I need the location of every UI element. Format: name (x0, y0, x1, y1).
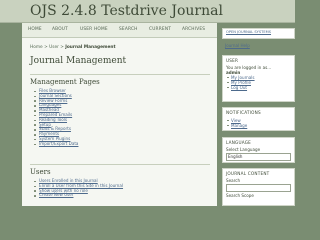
language-title: LANGUAGE (226, 140, 252, 145)
language-select[interactable]: English (226, 153, 291, 161)
management-pages-heading: Management Pages (30, 78, 100, 86)
nav-archives[interactable]: ARCHIVES (182, 27, 205, 32)
notifications-title: NOTIFICATIONS (226, 110, 261, 115)
user-block-title: USER (226, 58, 239, 63)
divider (30, 74, 210, 75)
link-manage-notifications[interactable]: Manage (223, 123, 294, 128)
journal-content-block: JOURNAL CONTENT Search Search Scope (222, 168, 295, 206)
nav-home[interactable]: HOME (28, 27, 42, 32)
search-input[interactable] (226, 184, 291, 192)
journal-content-title: JOURNAL CONTENT (226, 171, 270, 176)
user-block: USER You are logged in as... admin My Jo… (222, 55, 295, 102)
nav-user-home[interactable]: USER HOME (80, 27, 108, 32)
breadcrumb-user[interactable]: User (49, 45, 59, 50)
nav-search[interactable]: SEARCH (119, 27, 138, 32)
main-navbar: HOME ABOUT USER HOME SEARCH CURRENT ARCH… (22, 23, 217, 38)
site-title: OJS 2.4.8 Testdrive Journal (30, 3, 223, 19)
language-select-label: Select Language (226, 147, 261, 152)
notifications-block: NOTIFICATIONS View Manage (222, 107, 295, 131)
nav-current[interactable]: CURRENT (149, 27, 171, 32)
users-heading: Users (30, 168, 51, 176)
breadcrumb-separator: > (44, 45, 48, 50)
breadcrumb-separator: > (60, 45, 64, 50)
main-content: Home > User > Journal Management Journal… (22, 38, 217, 206)
breadcrumb: Home > User > Journal Management (30, 45, 116, 50)
link-create-user[interactable]: Create New User (34, 193, 123, 198)
language-block: LANGUAGE Select Language English (222, 137, 295, 163)
link-import-export-data[interactable]: Import/Export Data (34, 141, 78, 147)
breadcrumb-current[interactable]: Journal Management (65, 45, 115, 50)
search-scope-label: Search Scope (226, 193, 254, 198)
search-label: Search (226, 178, 241, 183)
nav-about[interactable]: ABOUT (52, 27, 68, 32)
sidebar: OPEN JOURNAL SYSTEMS Journal Help USER Y… (222, 0, 295, 206)
breadcrumb-home[interactable]: Home (30, 45, 43, 50)
ojs-logo-label: OPEN JOURNAL SYSTEMS (226, 30, 272, 34)
journal-help-link[interactable]: Journal Help (222, 43, 253, 48)
divider (30, 164, 210, 165)
link-log-out[interactable]: Log Out (223, 85, 294, 90)
management-pages-list: Files Browser Journal Sections Review Fo… (34, 88, 78, 147)
ojs-logo[interactable]: OPEN JOURNAL SYSTEMS (222, 28, 295, 39)
page-title: Journal Management (30, 56, 127, 66)
users-list: Users Enrolled in this Journal Enroll a … (34, 178, 123, 198)
